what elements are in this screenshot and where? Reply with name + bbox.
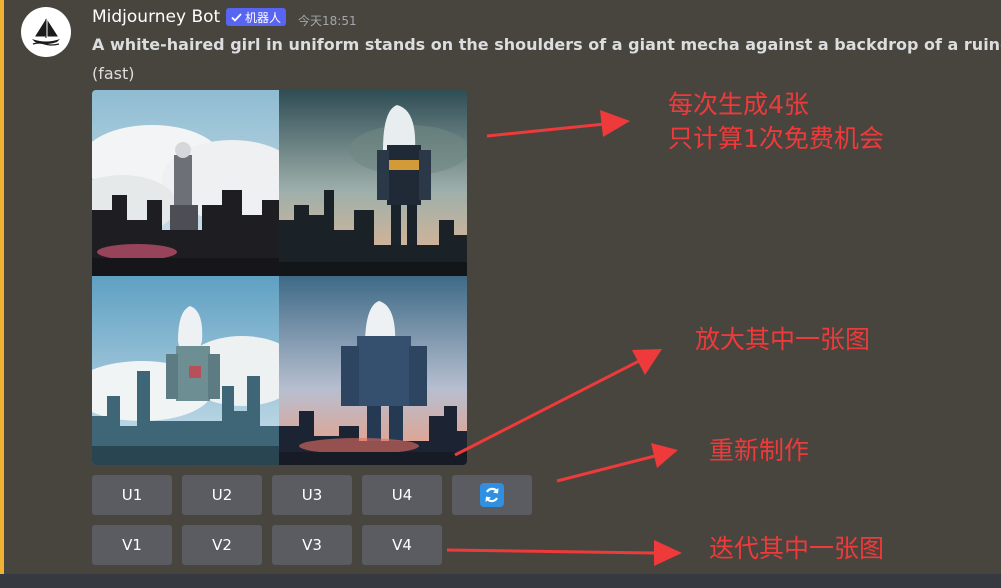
annotation-reroll: 重新制作: [709, 436, 810, 465]
annotation-upscale: 放大其中一张图: [695, 325, 871, 354]
annotation-four-images-line2: 只计算1次免费机会: [668, 124, 884, 153]
annotation-arrows: [446, 110, 682, 566]
arrow-to-variations: [446, 540, 682, 566]
arrow-to-reroll: [556, 443, 678, 483]
annotation-four-images-line1: 每次生成4张: [668, 90, 809, 119]
arrow-to-grid: [486, 110, 630, 138]
annotation-variation: 迭代其中一张图: [709, 534, 885, 563]
arrow-to-images: [454, 349, 662, 457]
